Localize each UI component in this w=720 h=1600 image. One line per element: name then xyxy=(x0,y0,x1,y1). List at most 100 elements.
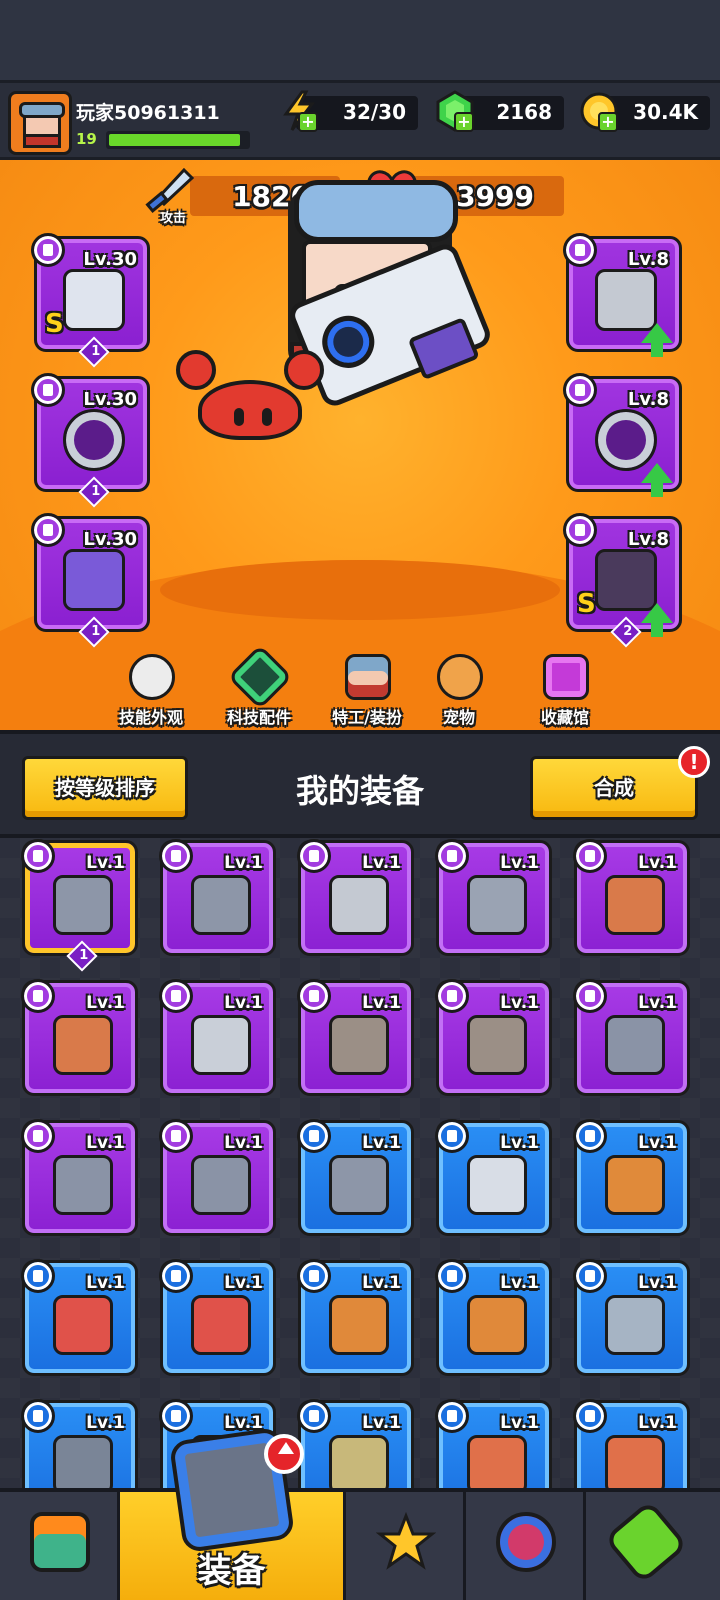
inventory-item[interactable]: Lv.1 xyxy=(159,1119,276,1236)
tab-shop[interactable] xyxy=(0,1492,120,1600)
inventory-item[interactable]: Lv.1 xyxy=(21,1399,138,1488)
red-vest-icon xyxy=(191,1295,251,1355)
red-vest-icon xyxy=(53,1295,113,1355)
item-level: Lv.1 xyxy=(224,853,263,873)
crab-eye xyxy=(262,408,272,426)
tab-evolve[interactable] xyxy=(586,1492,720,1600)
lightning-icon[interactable]: + xyxy=(278,90,320,132)
gem-icon[interactable]: + xyxy=(434,90,476,132)
bottom-tab-bar: 装备 xyxy=(0,1426,720,1600)
menu-pet[interactable]: 宠物 xyxy=(404,654,514,730)
item-type-icon xyxy=(297,1259,331,1293)
spiked-collar-icon xyxy=(63,409,125,471)
item-type-icon xyxy=(297,1399,331,1433)
upgrade-badge-icon xyxy=(264,1434,304,1474)
skill-skin-icon xyxy=(129,654,175,700)
avatar-scarf xyxy=(23,134,61,148)
equip-slot-necklace[interactable]: Lv.30 1 xyxy=(31,373,150,508)
inventory-item[interactable]: Lv.1 xyxy=(573,979,690,1096)
inventory-item[interactable]: Lv.1 xyxy=(573,1119,690,1236)
rope-necklace-icon xyxy=(605,1435,665,1488)
slot-level: Lv.8 xyxy=(627,389,669,410)
equip-slot-glove[interactable]: Lv.30 1 xyxy=(31,513,150,648)
inventory-item[interactable]: Lv.1 xyxy=(435,1399,552,1488)
status-bar xyxy=(0,0,720,80)
gauntlet-icon xyxy=(53,1155,113,1215)
stage-shadow xyxy=(160,560,560,620)
inventory-item[interactable]: Lv.1 xyxy=(297,1259,414,1376)
upgrade-arrow-icon xyxy=(641,603,673,637)
star-belt-icon xyxy=(595,409,657,471)
equip-slot-belt[interactable]: Lv.8 xyxy=(563,373,682,497)
inventory-item[interactable]: Lv.1 xyxy=(573,1259,690,1376)
item-level: Lv.1 xyxy=(224,1273,263,1293)
chest-plate-icon xyxy=(467,875,527,935)
inventory-item[interactable]: Lv.1 xyxy=(435,979,552,1096)
slot-level: Lv.8 xyxy=(627,249,669,270)
inventory-item[interactable]: Lv.1 xyxy=(21,1259,138,1376)
merge-alert-badge: ! xyxy=(678,746,710,778)
tab-equipment[interactable]: 装备 xyxy=(120,1426,346,1600)
energy-value: 32/30 xyxy=(343,100,406,124)
inventory-item[interactable]: Lv.1 xyxy=(297,1399,414,1488)
equip-slot-boots[interactable]: Lv.8 S 2 xyxy=(563,513,682,648)
leather-jacket-icon xyxy=(329,1295,389,1355)
item-level: Lv.1 xyxy=(638,853,677,873)
tab-battle[interactable] xyxy=(346,1492,466,1600)
slot-level: Lv.30 xyxy=(83,249,137,270)
collection-icon xyxy=(543,654,589,700)
inventory-item[interactable]: Lv.1 1 xyxy=(21,839,138,972)
inventory-item[interactable]: Lv.1 xyxy=(21,1119,138,1236)
item-type-icon xyxy=(573,1119,607,1153)
menu-label: 技能外观 xyxy=(118,708,183,727)
inventory-item[interactable]: Lv.1 xyxy=(573,1399,690,1488)
player-avatar[interactable] xyxy=(8,91,72,155)
item-type-icon xyxy=(435,1399,469,1433)
inventory-item[interactable]: Lv.1 xyxy=(573,839,690,956)
inventory-item[interactable]: Lv.1 xyxy=(159,979,276,1096)
inventory-item[interactable]: Lv.1 xyxy=(435,839,552,956)
menu-skill-skin[interactable]: 技能外观 xyxy=(96,654,206,730)
menu-tech-parts[interactable]: 科技配件 xyxy=(204,644,314,730)
inventory-item[interactable]: Lv.1 xyxy=(435,1119,552,1236)
rope-necklace-icon xyxy=(467,1435,527,1488)
inventory-item[interactable]: Lv.1 xyxy=(159,839,276,956)
item-type-icon xyxy=(159,979,193,1013)
item-type-icon xyxy=(297,839,331,873)
pet-crab[interactable] xyxy=(176,350,326,450)
item-level: Lv.1 xyxy=(638,1273,677,1293)
gauntlet-icon xyxy=(605,1015,665,1075)
gem-belt-icon xyxy=(329,1015,389,1075)
khaki-shirt-icon xyxy=(329,1435,389,1488)
item-level: Lv.1 xyxy=(638,1133,677,1153)
coin-icon[interactable]: + xyxy=(578,90,620,132)
item-type-icon xyxy=(435,979,469,1013)
item-qty: 1 xyxy=(66,940,98,972)
tab-talent[interactable] xyxy=(466,1492,586,1600)
sort-by-level-button[interactable]: 按等级排序 xyxy=(22,756,188,820)
item-level: Lv.1 xyxy=(500,1413,539,1433)
inventory-item[interactable]: Lv.1 xyxy=(159,1259,276,1376)
equip-slot-armor[interactable]: Lv.8 xyxy=(563,233,682,357)
gem-value: 2168 xyxy=(496,100,552,124)
item-type-icon xyxy=(297,1119,331,1153)
item-level: Lv.1 xyxy=(224,1133,263,1153)
equip-slot-weapon[interactable]: Lv.30 S 1 xyxy=(31,233,150,368)
sword-icon: 攻击 xyxy=(140,167,200,226)
item-level: Lv.1 xyxy=(638,993,677,1013)
inventory-grid[interactable]: Lv.1 1 Lv.1 Lv.1 Lv.1 Lv.1 Lv.1 Lv.1 Lv.1 Lv.1 Lv.… xyxy=(0,838,720,1488)
item-type-icon xyxy=(573,1399,607,1433)
kunai-icon xyxy=(191,875,251,935)
baseball-bat-icon xyxy=(605,1155,665,1215)
inventory-item[interactable]: Lv.1 xyxy=(21,979,138,1096)
inventory-item[interactable]: Lv.1 xyxy=(297,839,414,956)
armor-type-icon xyxy=(563,233,597,267)
inventory-item[interactable]: Lv.1 xyxy=(297,979,414,1096)
inventory-item[interactable]: Lv.1 xyxy=(297,1119,414,1236)
crab-claw xyxy=(284,350,324,390)
inventory-item[interactable]: Lv.1 xyxy=(435,1259,552,1376)
kunai-icon xyxy=(329,1155,389,1215)
menu-collection[interactable]: 收藏馆 xyxy=(510,654,620,730)
merge-button[interactable]: 合成 xyxy=(530,756,698,820)
item-level: Lv.1 xyxy=(362,993,401,1013)
